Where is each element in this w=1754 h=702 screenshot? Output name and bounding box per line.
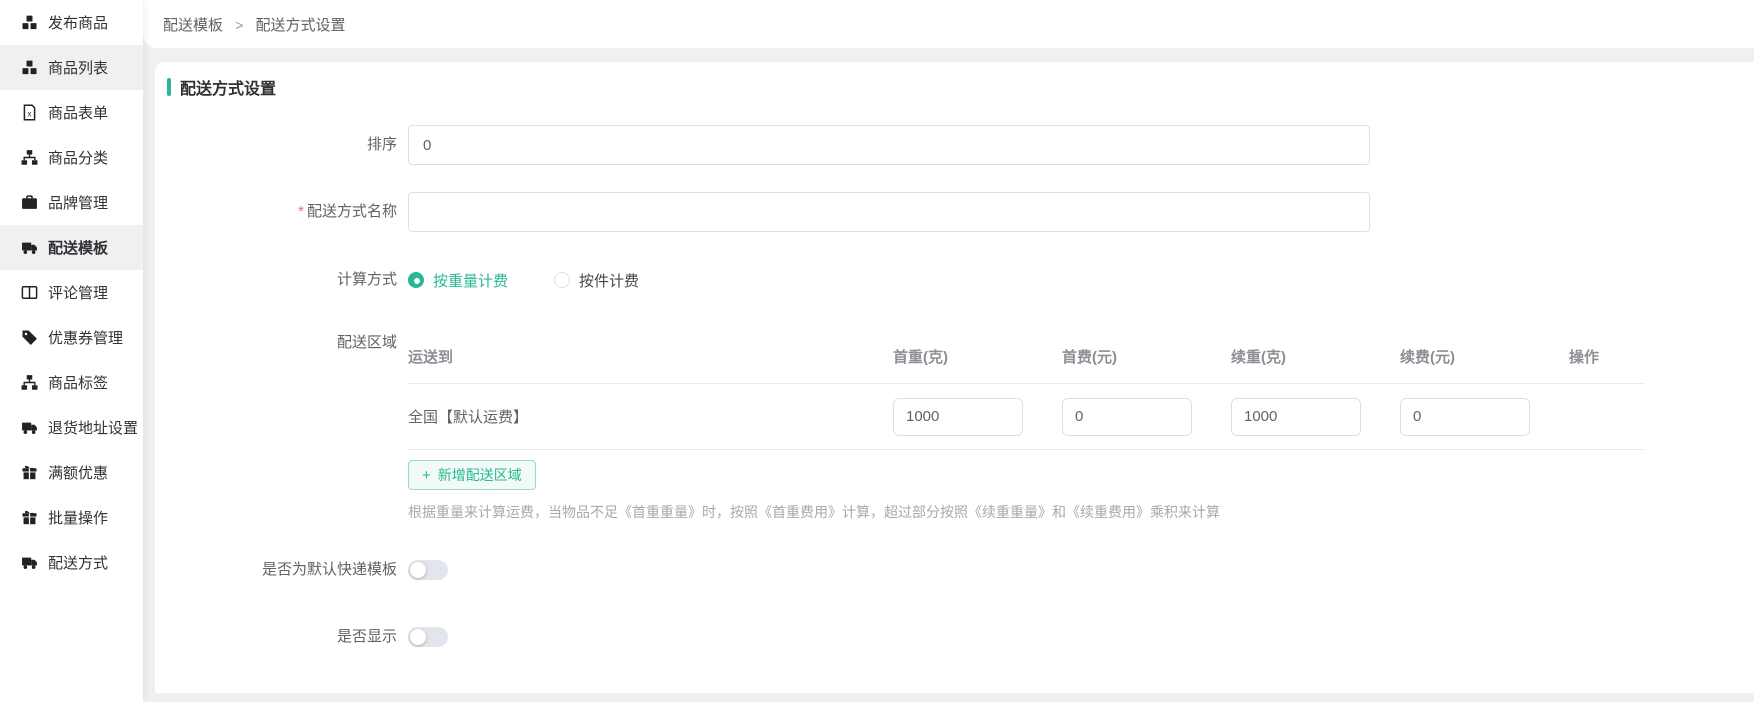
radio-icon (408, 272, 424, 288)
calc-method-options: 按重量计费 按件计费 (408, 270, 685, 290)
sidebar-item-label: 退货地址设置 (48, 417, 138, 438)
region-label: 配送区域 (167, 332, 397, 522)
app-window: 发布商品商品列表x商品表单商品分类品牌管理配送模板评论管理优惠券管理商品标签退货… (0, 0, 1754, 702)
extra-fee-input[interactable] (1400, 398, 1530, 436)
default-template-label: 是否为默认快递模板 (167, 560, 397, 580)
breadcrumb-item-shipping-template[interactable]: 配送模板 (163, 17, 223, 34)
freight-table-header: 运送到 首重(克) 首费(元) 续重(克) 续费(元) 操作 (408, 332, 1645, 384)
cubes-icon (21, 59, 38, 76)
table-row: 全国【默认运费】 (408, 384, 1645, 450)
section-header: 配送方式设置 (167, 75, 1754, 99)
sidebar-item-label: 商品列表 (48, 57, 108, 78)
file-icon: x (21, 104, 38, 121)
default-template-toggle[interactable] (408, 560, 448, 580)
sidebar-item[interactable]: 批量操作 (0, 495, 143, 540)
sidebar-item[interactable]: 商品标签 (0, 360, 143, 405)
breadcrumb-bar: 配送模板 > 配送方式设置 (143, 0, 1754, 48)
first-weight-input[interactable] (893, 398, 1023, 436)
sidebar-item-label: 配送方式 (48, 552, 108, 573)
sidebar-item[interactable]: 配送模板 (0, 225, 143, 270)
sidebar-item[interactable]: 退货地址设置 (0, 405, 143, 450)
sidebar-item-label: 商品分类 (48, 147, 108, 168)
truck-icon (21, 554, 38, 571)
required-asterisk: * (298, 203, 304, 220)
sidebar-item[interactable]: x 商品表单 (0, 90, 143, 135)
col-header-extra-weight: 续重(克) (1231, 346, 1400, 367)
sidebar-item-label: 品牌管理 (48, 192, 108, 213)
cubes-icon (21, 14, 38, 31)
sidebar-item-label: 满额优惠 (48, 462, 108, 483)
sidebar-item-label: 商品表单 (48, 102, 108, 123)
visible-label: 是否显示 (167, 627, 397, 647)
region-row: 配送区域 运送到 首重(克) 首费(元) 续重(克) 续费(元) 操作 全国【默… (167, 332, 1754, 522)
name-label: *配送方式名称 (167, 192, 397, 232)
sidebar-item[interactable]: 商品列表 (0, 45, 143, 90)
sidebar-item-label: 优惠券管理 (48, 327, 123, 348)
sidebar-item[interactable]: 满额优惠 (0, 450, 143, 495)
delivery-name-input[interactable] (408, 192, 1370, 232)
sidebar-item[interactable]: 优惠券管理 (0, 315, 143, 360)
content-panel: 配送方式设置 排序 *配送方式名称 计算方式 按重量计费 (155, 62, 1754, 693)
toggle-knob (410, 562, 426, 578)
truck-icon (21, 419, 38, 436)
col-header-extra-fee: 续费(元) (1400, 346, 1569, 367)
title-accent-bar (167, 78, 171, 96)
radio-by-piece[interactable]: 按件计费 (554, 270, 639, 291)
sidebar-item[interactable]: 商品分类 (0, 135, 143, 180)
breadcrumb-separator: > (235, 17, 243, 33)
sidebar-item-label: 发布商品 (48, 12, 108, 33)
plus-icon: + (422, 468, 431, 483)
visible-toggle[interactable] (408, 627, 448, 647)
sitemap-icon (21, 374, 38, 391)
visible-row: 是否显示 (167, 627, 1754, 647)
name-row: *配送方式名称 (167, 192, 1754, 232)
truck-icon (21, 239, 38, 256)
default-template-row: 是否为默认快递模板 (167, 560, 1754, 580)
calc-method-row: 计算方式 按重量计费 按件计费 (167, 270, 1754, 290)
briefcase-icon (21, 194, 38, 211)
columns-icon (21, 284, 38, 301)
calc-method-label: 计算方式 (167, 270, 397, 290)
sidebar-item-label: 批量操作 (48, 507, 108, 528)
col-header-actions: 操作 (1569, 346, 1646, 367)
radio-by-weight[interactable]: 按重量计费 (408, 270, 508, 291)
breadcrumb-item-current: 配送方式设置 (256, 17, 346, 34)
sidebar-item[interactable]: 配送方式 (0, 540, 143, 585)
tag-icon (21, 329, 38, 346)
sort-input[interactable] (408, 125, 1370, 165)
svg-text:x: x (28, 109, 32, 118)
freight-help-text: 根据重量来计算运费，当物品不足《首重重量》时，按照《首重费用》计算，超过部分按照… (408, 502, 1645, 522)
gift-icon (21, 464, 38, 481)
sidebar-item-label: 评论管理 (48, 282, 108, 303)
sidebar-item-label: 配送模板 (48, 237, 108, 258)
first-fee-input[interactable] (1062, 398, 1192, 436)
page-title: 配送方式设置 (180, 75, 276, 99)
sort-label: 排序 (167, 125, 397, 165)
sidebar-item[interactable]: 评论管理 (0, 270, 143, 315)
col-header-first-fee: 首费(元) (1062, 346, 1231, 367)
gift-icon (21, 509, 38, 526)
breadcrumb: 配送模板 > 配送方式设置 (163, 14, 346, 35)
freight-table: 运送到 首重(克) 首费(元) 续重(克) 续费(元) 操作 全国【默认运费】 (408, 332, 1645, 450)
sidebar-item-label: 商品标签 (48, 372, 108, 393)
sidebar: 发布商品商品列表 x 商品表单商品分类品牌管理配送模板评论管理优惠券管理商品标签退货… (0, 0, 143, 702)
radio-icon (554, 272, 570, 288)
sitemap-icon (21, 149, 38, 166)
sidebar-item[interactable]: 发布商品 (0, 0, 143, 45)
destination-cell: 全国【默认运费】 (408, 406, 893, 427)
sort-row: 排序 (167, 125, 1754, 165)
extra-weight-input[interactable] (1231, 398, 1361, 436)
col-header-first-weight: 首重(克) (893, 346, 1062, 367)
col-header-destination: 运送到 (408, 346, 893, 367)
add-region-button[interactable]: + 新增配送区域 (408, 460, 536, 490)
sidebar-item[interactable]: 品牌管理 (0, 180, 143, 225)
toggle-knob (410, 629, 426, 645)
